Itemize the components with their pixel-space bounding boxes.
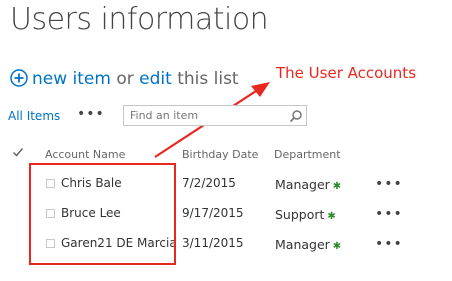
row-more-ellipsis[interactable]: ••• (375, 236, 403, 252)
search-icon[interactable] (289, 109, 303, 123)
row-more-ellipsis[interactable]: ••• (375, 176, 403, 192)
department-cell: Manager ✱ (275, 177, 341, 192)
select-all-check-icon[interactable] (12, 146, 24, 158)
col-header-account-name[interactable]: Account Name (45, 148, 125, 161)
department-label: Support (275, 207, 325, 222)
birthday-cell: 7/2/2015 (182, 176, 236, 190)
view-all-items[interactable]: All Items (8, 109, 60, 123)
asterisk-icon: ✱ (332, 181, 342, 192)
asterisk-icon: ✱ (332, 241, 342, 252)
department-cell: Support ✱ (275, 207, 336, 222)
search-input[interactable]: Find an item (130, 109, 198, 122)
col-header-birthday-date[interactable]: Birthday Date (182, 148, 258, 161)
birthday-cell: 9/17/2015 (182, 206, 244, 220)
highlight-box (29, 163, 176, 265)
view-more-ellipsis[interactable]: ••• (77, 106, 105, 122)
department-label: Manager (275, 237, 330, 252)
col-header-department[interactable]: Department (274, 148, 341, 161)
birthday-cell: 3/11/2015 (182, 236, 244, 250)
department-cell: Manager ✱ (275, 237, 341, 252)
department-label: Manager (275, 177, 330, 192)
row-more-ellipsis[interactable]: ••• (375, 206, 403, 222)
asterisk-icon: ✱ (327, 211, 336, 222)
search-box[interactable]: Find an item (123, 105, 307, 126)
